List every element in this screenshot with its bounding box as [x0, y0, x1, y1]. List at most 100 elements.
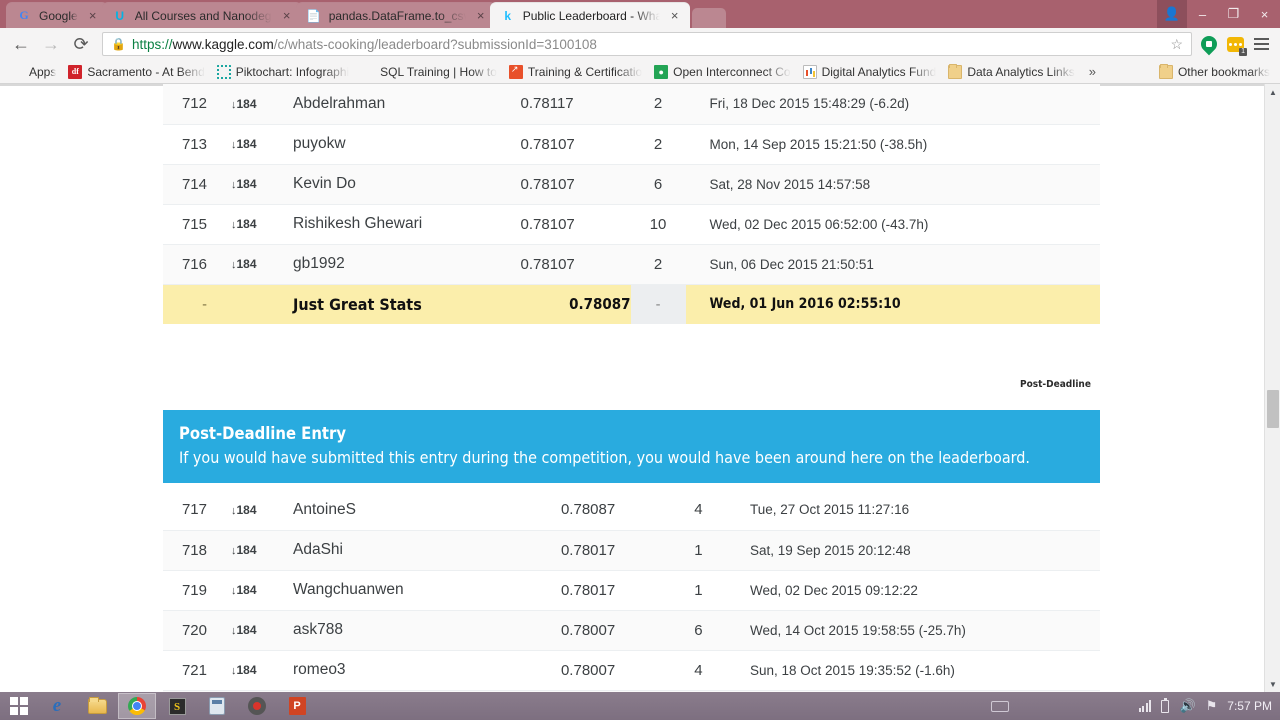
- battery-icon[interactable]: [1161, 697, 1170, 713]
- taskbar-powerpoint[interactable]: P: [278, 693, 316, 719]
- bookmark-training-certification[interactable]: Training & Certificatio: [503, 62, 648, 82]
- rank-cell: 720: [163, 610, 223, 651]
- maximize-button[interactable]: ❐: [1218, 0, 1249, 28]
- lock-icon: 🔒: [111, 37, 126, 51]
- close-icon[interactable]: ×: [280, 8, 294, 23]
- table-row[interactable]: 713 ↓184 puyokw 0.78107 2 Mon, 14 Sep 20…: [163, 124, 1100, 165]
- reload-button[interactable]: ⟳: [66, 29, 96, 59]
- tab-strip: G Google × U All Courses and Nanodegr × …: [0, 0, 1280, 28]
- score-cell[interactable]: 0.78107: [520, 244, 631, 285]
- window-close-button[interactable]: ×: [1249, 0, 1280, 28]
- bookmarks-overflow-button[interactable]: »: [1081, 64, 1104, 79]
- table-row[interactable]: 712 ↓184 Abdelrahman 0.78117 2 Fri, 18 D…: [163, 84, 1100, 125]
- volume-icon[interactable]: 🔊: [1179, 698, 1195, 714]
- action-center-icon[interactable]: ⚑: [1206, 698, 1218, 714]
- score-cell[interactable]: 0.78107: [520, 124, 631, 165]
- table-row[interactable]: 714 ↓184 Kevin Do 0.78107 6 Sat, 28 Nov …: [163, 164, 1100, 205]
- scroll-down-arrow-icon[interactable]: ▼: [1265, 676, 1280, 692]
- date-cell: Tue, 27 Oct 2015 11:27:16: [725, 490, 1100, 531]
- taskbar-spyder[interactable]: [238, 693, 276, 719]
- table-row[interactable]: 719 ↓184 Wangchuanwen 0.78017 1 Wed, 02 …: [163, 570, 1100, 611]
- bookmark-apps[interactable]: Apps: [4, 62, 62, 82]
- scroll-up-arrow-icon[interactable]: ▲: [1265, 84, 1280, 100]
- date-cell: Wed, 01 Jun 2016 02:55:10: [685, 284, 1100, 324]
- table-row[interactable]: 721 ↓184 romeo3 0.78007 4 Sun, 18 Oct 20…: [163, 650, 1100, 691]
- keyboard-icon[interactable]: [990, 700, 1009, 712]
- close-icon[interactable]: ×: [86, 8, 100, 23]
- score-cell[interactable]: 0.78017: [560, 530, 671, 571]
- table-row[interactable]: 715 ↓184 Rishikesh Ghewari 0.78107 10 We…: [163, 204, 1100, 245]
- team-name-cell[interactable]: Kevin Do: [283, 164, 521, 205]
- browser-tab-udacity[interactable]: U All Courses and Nanodegr ×: [101, 2, 302, 28]
- new-tab-button[interactable]: [691, 8, 726, 28]
- team-name-cell[interactable]: AdaShi: [283, 530, 561, 571]
- team-name-cell[interactable]: Rishikesh Ghewari: [283, 204, 521, 245]
- scrollbar-thumb[interactable]: [1267, 390, 1279, 428]
- table-row[interactable]: 720 ↓184 ask788 0.78007 6 Wed, 14 Oct 20…: [163, 610, 1100, 651]
- address-bar[interactable]: 🔒 https:// www.kaggle.com /c/whats-cooki…: [102, 32, 1192, 56]
- other-bookmarks-button[interactable]: Other bookmarks: [1153, 62, 1276, 82]
- team-name-cell[interactable]: gb1992: [283, 244, 521, 285]
- score-cell[interactable]: 0.78107: [520, 164, 631, 205]
- profile-icon[interactable]: 👤: [1157, 0, 1187, 28]
- team-name-cell[interactable]: AntoineS: [283, 490, 561, 531]
- extension-yellow-button[interactable]: 1: [1222, 31, 1248, 57]
- back-button[interactable]: ←: [6, 29, 36, 59]
- score-cell[interactable]: 0.78007: [560, 610, 671, 651]
- google-icon: G: [19, 8, 29, 22]
- browser-tab-google[interactable]: G Google ×: [6, 2, 108, 28]
- browser-tab-pandas-docs[interactable]: 📄 pandas.DataFrame.to_csv ×: [295, 2, 496, 28]
- team-name-cell[interactable]: puyokw: [283, 124, 521, 165]
- bookmark-star-icon[interactable]: ☆: [1166, 36, 1187, 53]
- score-cell[interactable]: 0.78087: [560, 490, 671, 531]
- forward-button[interactable]: →: [36, 29, 66, 59]
- bookmark-label: Training & Certificatio: [527, 64, 643, 79]
- browser-tab-kaggle-leaderboard[interactable]: k Public Leaderboard - Wha ×: [489, 2, 690, 28]
- taskbar-file-explorer[interactable]: [78, 693, 116, 719]
- score-cell[interactable]: 0.78007: [560, 650, 671, 691]
- bookmark-label: Piktochart: Infographi: [235, 64, 350, 79]
- bookmark-piktochart[interactable]: Piktochart: Infographi: [211, 62, 355, 82]
- close-icon[interactable]: ×: [668, 8, 682, 23]
- taskbar-calculator[interactable]: [198, 693, 236, 719]
- taskbar-internet-explorer[interactable]: e: [38, 693, 76, 719]
- taskbar-google-chrome[interactable]: [118, 693, 156, 719]
- entries-cell: 4: [670, 490, 726, 531]
- delta-value: 184: [236, 502, 257, 517]
- team-name-cell[interactable]: Wangchuanwen: [283, 570, 561, 611]
- delta-cell: ↓184: [223, 204, 283, 245]
- chrome-menu-button[interactable]: [1248, 31, 1274, 57]
- delta-cell: ↓184: [223, 570, 283, 611]
- bookmark-open-interconnect[interactable]: ● Open Interconnect Co: [648, 62, 796, 82]
- windows-logo-icon: [10, 697, 28, 715]
- bookmark-digital-analytics[interactable]: Digital Analytics Fund: [797, 62, 943, 82]
- date-cell: Sat, 28 Nov 2015 14:57:58: [685, 164, 1100, 205]
- team-name-cell[interactable]: romeo3: [283, 650, 561, 691]
- team-name-cell[interactable]: Abdelrahman: [283, 84, 521, 125]
- rank-cell: 718: [163, 530, 223, 571]
- team-name-cell[interactable]: Just Great Stats: [283, 284, 521, 324]
- close-icon[interactable]: ×: [474, 8, 488, 23]
- extension-hangouts-button[interactable]: [1196, 31, 1222, 57]
- start-button[interactable]: [2, 693, 36, 719]
- bookmark-data-analytics-links[interactable]: Data Analytics Links: [942, 62, 1080, 82]
- taskbar-clock[interactable]: 7:57 PM: [1227, 699, 1272, 713]
- bookmark-sacramento[interactable]: df Sacramento - At Bend: [62, 62, 210, 82]
- signal-icon[interactable]: [1138, 700, 1152, 712]
- table-row[interactable]: 717 ↓184 AntoineS 0.78087 4 Tue, 27 Oct …: [163, 490, 1100, 531]
- score-cell[interactable]: 0.78107: [520, 204, 631, 245]
- delta-value: 184: [236, 177, 257, 191]
- team-name-cell[interactable]: ask788: [283, 610, 561, 651]
- taskbar-sas[interactable]: S: [158, 693, 196, 719]
- table-row[interactable]: 718 ↓184 AdaShi 0.78017 1 Sat, 19 Sep 20…: [163, 530, 1100, 571]
- leaderboard-page: 712 ↓184 Abdelrahman 0.78117 2 Fri, 18 D…: [0, 84, 1264, 692]
- page-scrollbar[interactable]: ▲ ▼: [1264, 84, 1280, 692]
- score-cell[interactable]: 0.78017: [560, 570, 671, 611]
- date-cell: Fri, 18 Dec 2015 15:48:29 (-6.2d): [685, 84, 1100, 125]
- own-entry-row[interactable]: - Just Great Stats 0.78087 - Wed, 01 Jun…: [163, 284, 1100, 324]
- minimize-button[interactable]: –: [1187, 0, 1218, 28]
- score-cell[interactable]: 0.78117: [520, 84, 631, 125]
- table-row[interactable]: 716 ↓184 gb1992 0.78107 2 Sun, 06 Dec 20…: [163, 244, 1100, 285]
- bookmark-sql-training[interactable]: SQL Training | How to: [355, 62, 503, 82]
- tab-title: All Courses and Nanodegr: [134, 8, 272, 23]
